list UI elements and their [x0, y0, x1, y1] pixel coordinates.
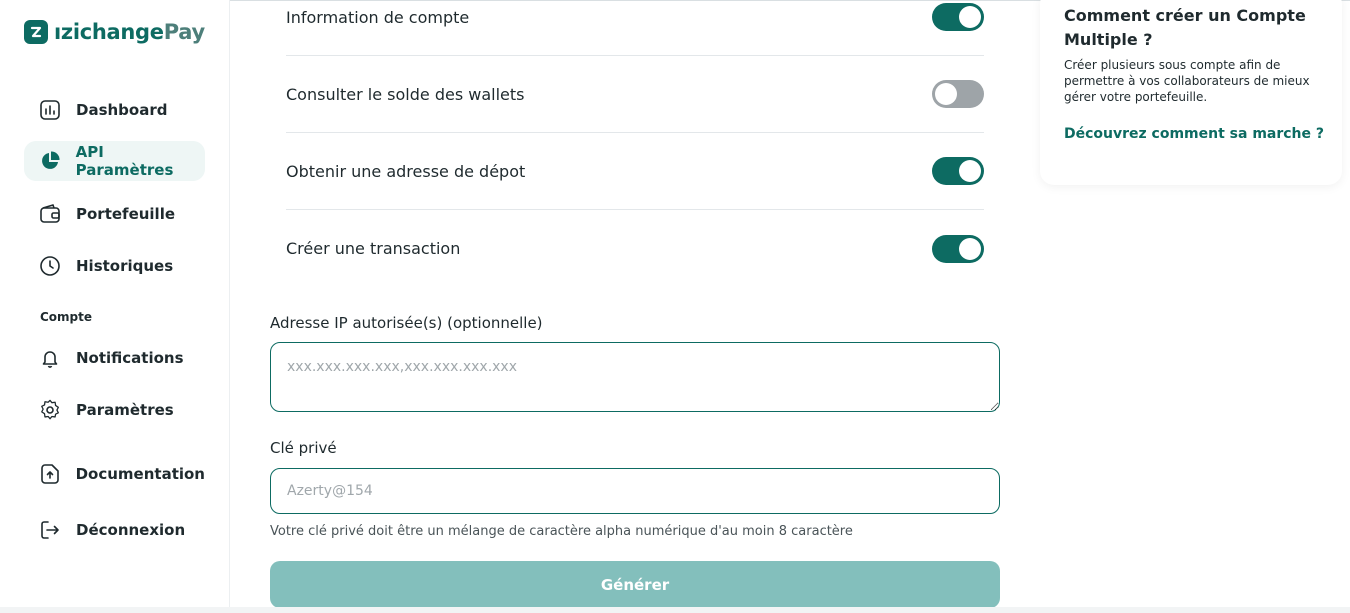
- toggle-knob: [959, 160, 981, 182]
- sidebar-item-parametres[interactable]: Paramètres: [24, 390, 205, 430]
- bell-icon: [38, 346, 62, 370]
- brand-name-pay: Pay: [163, 20, 205, 44]
- toggle-knob: [959, 237, 981, 260]
- document-upload-icon: [38, 462, 62, 486]
- brand-logo[interactable]: ızichangePay: [24, 20, 205, 44]
- ip-field-label: Adresse IP autorisée(s) (optionnelle): [270, 314, 543, 332]
- sidebar-item-label: Dashboard: [76, 101, 168, 119]
- sidebar-section-label: Compte: [40, 310, 93, 324]
- clock-icon: [38, 254, 62, 278]
- sidebar-item-dashboard[interactable]: Dashboard: [24, 90, 205, 130]
- permission-row: Créer une transaction: [286, 210, 984, 287]
- sidebar-item-label: Historiques: [76, 257, 174, 275]
- sidebar-item-label: API Paramètres: [75, 143, 174, 179]
- toggle-knob: [959, 6, 981, 28]
- chart-bars-icon: [38, 98, 62, 122]
- permission-toggle[interactable]: [932, 80, 984, 108]
- help-card-link[interactable]: Découvrez comment sa marche ?: [1064, 126, 1324, 142]
- permission-row: Obtenir une adresse de dépot: [286, 133, 984, 210]
- permission-row: Consulter le solde des wallets: [286, 56, 984, 133]
- permission-toggle[interactable]: [932, 234, 984, 263]
- permission-label: Information de compte: [286, 7, 470, 27]
- sidebar-item-label: Notifications: [76, 349, 184, 367]
- help-card: Comment créer un Compte Multiple ? Créer…: [1040, 0, 1342, 185]
- permission-label: Consulter le solde des wallets: [286, 84, 525, 104]
- sidebar-item-label: Déconnexion: [76, 521, 186, 539]
- brand-name: ızichangePay: [54, 20, 205, 44]
- sidebar-item-label: Documentation: [75, 465, 205, 483]
- sidebar: ızichangePay Dashboard API Paramètres Po…: [0, 0, 230, 613]
- brand-name-main: ızichange: [54, 20, 164, 44]
- sidebar-item-notifications[interactable]: Notifications: [24, 338, 205, 378]
- help-card-title: Comment créer un Compte Multiple ?: [1064, 6, 1306, 49]
- permission-toggle[interactable]: [932, 3, 984, 31]
- gear-icon: [38, 398, 62, 422]
- logo-mark-icon: [24, 20, 48, 44]
- permission-toggle[interactable]: [932, 157, 984, 185]
- sidebar-item-label: Portefeuille: [76, 205, 176, 223]
- permission-row: Information de compte: [286, 0, 984, 56]
- help-card-text: Créer plusieurs sous compte afin de perm…: [1064, 58, 1310, 104]
- private-key-label: Clé privé: [270, 439, 337, 457]
- sidebar-item-portefeuille[interactable]: Portefeuille: [24, 194, 205, 234]
- bottom-divider: [0, 607, 1350, 613]
- logout-icon: [38, 518, 62, 542]
- sidebar-item-deconnexion[interactable]: Déconnexion: [24, 510, 205, 550]
- sidebar-item-documentation[interactable]: Documentation: [24, 454, 205, 494]
- sidebar-item-label: Paramètres: [76, 401, 174, 419]
- private-key-hint: Votre clé privé doit être un mélange de …: [270, 524, 853, 539]
- sidebar-item-historiques[interactable]: Historiques: [24, 246, 205, 286]
- private-key-input[interactable]: [270, 468, 1000, 514]
- permission-label: Créer une transaction: [286, 239, 461, 258]
- sidebar-item-api-parametres[interactable]: API Paramètres: [24, 141, 205, 181]
- wallet-icon: [38, 202, 62, 226]
- generate-button[interactable]: Générer: [270, 561, 1000, 608]
- toggle-knob: [935, 83, 957, 105]
- ip-address-textarea[interactable]: [270, 342, 1000, 412]
- permission-label: Obtenir une adresse de dépot: [286, 161, 526, 181]
- pie-chart-icon: [38, 149, 62, 173]
